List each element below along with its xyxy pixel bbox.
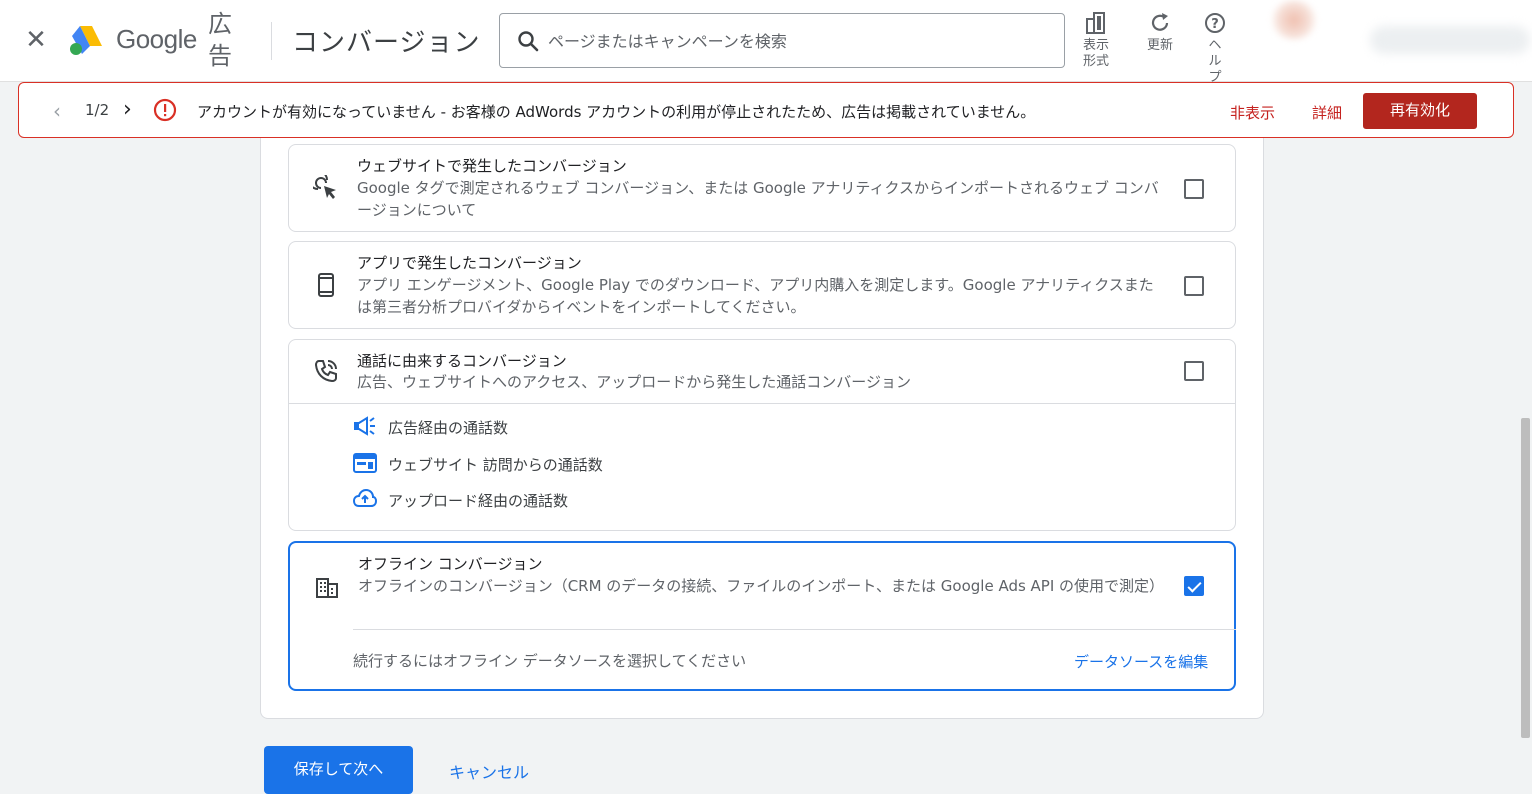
view-format-icon	[1086, 12, 1105, 34]
calls-card-title: 通話に由来するコンバージョン	[357, 352, 567, 370]
phone-call-icon	[314, 360, 337, 383]
divider	[271, 22, 272, 60]
calls-card-desc: 広告、ウェブサイトへのアクセス、アップロードから発生した通話コンバージョン	[357, 373, 911, 391]
refresh-label: 更新	[1146, 38, 1173, 53]
calls-divider	[289, 403, 1235, 404]
alert-message: アカウントが有効になっていません - お客様の AdWords アカウントの利用…	[197, 103, 1036, 121]
offline-conversion-card[interactable]: オフライン コンバージョン オフラインのコンバージョン（CRM のデータの接続、…	[288, 541, 1236, 691]
page-title: コンバージョン	[292, 28, 481, 58]
cursor-click-icon	[313, 175, 336, 199]
error-icon	[153, 98, 177, 122]
web-icon	[353, 453, 377, 473]
account-info[interactable]	[1370, 26, 1530, 54]
offline-checkbox[interactable]	[1184, 576, 1204, 596]
save-and-next-button[interactable]: 保存して次へ	[264, 746, 413, 794]
calls-from-ads-label: 広告経由の通話数	[388, 419, 509, 437]
call-conversion-card[interactable]: 通話に由来するコンバージョン 広告、ウェブサイトへのアクセス、アップロードから発…	[288, 339, 1236, 531]
reenable-button[interactable]: 再有効化	[1363, 93, 1477, 129]
details-link[interactable]: 詳細	[1312, 102, 1342, 123]
chevron-right-icon[interactable]: ›	[123, 97, 132, 122]
refresh-icon	[1151, 13, 1169, 31]
close-icon[interactable]: ✕	[22, 26, 50, 54]
google-ads-logo	[70, 26, 102, 55]
calls-from-website-label: ウェブサイト 訪問からの通話数	[388, 456, 603, 474]
app-card-desc: アプリ エンゲージメント、Google Play でのダウンロード、アプリ内購入…	[357, 276, 1154, 316]
search-box[interactable]	[499, 13, 1065, 68]
account-alert-banner: ‹ 1/2 › アカウントが有効になっていません - お客様の AdWords …	[18, 82, 1514, 138]
calls-from-upload-label: アップロード経由の通話数	[388, 492, 569, 510]
offline-datasource-note: 続行するにはオフライン データソースを選択してください	[353, 652, 747, 670]
offline-divider	[353, 629, 1236, 630]
website-card-title: ウェブサイトで発生したコンバージョン	[357, 157, 627, 175]
cloud-upload-icon	[353, 488, 377, 507]
website-conversion-card[interactable]: ウェブサイトで発生したコンバージョン Google タグで測定されるウェブ コン…	[288, 144, 1236, 232]
edit-datasource-link[interactable]: データソースを編集	[1074, 651, 1208, 672]
avatar[interactable]	[1270, 0, 1318, 40]
search-icon	[518, 31, 539, 52]
refresh-button[interactable]: 更新	[1136, 10, 1184, 54]
brand-sub: 広告	[208, 10, 232, 70]
website-checkbox[interactable]	[1184, 179, 1204, 199]
cancel-button[interactable]: キャンセル	[449, 759, 529, 783]
alert-pager: 1/2	[85, 101, 110, 119]
view-format-button[interactable]: 表示形式	[1072, 10, 1120, 70]
help-icon: ?	[1205, 13, 1225, 33]
help-label: ヘルプ	[1208, 38, 1222, 85]
calls-checkbox[interactable]	[1184, 361, 1204, 381]
megaphone-icon	[354, 416, 375, 436]
top-bar: ✕ Google 広告 コンバージョン 表示形式 更新 ?	[0, 0, 1532, 85]
svg-text:?: ?	[1211, 17, 1219, 32]
app-checkbox[interactable]	[1184, 276, 1204, 296]
page-scrollbar[interactable]	[1521, 418, 1530, 738]
help-button[interactable]: ? ヘルプ	[1198, 10, 1232, 86]
hide-link[interactable]: 非表示	[1230, 102, 1275, 123]
smartphone-icon	[318, 273, 334, 297]
brand-name: Google	[116, 24, 197, 54]
search-input[interactable]	[548, 28, 1048, 54]
app-card-title: アプリで発生したコンバージョン	[357, 254, 582, 272]
offline-card-title: オフライン コンバージョン	[358, 555, 543, 573]
chevron-left-icon[interactable]: ‹	[53, 99, 61, 123]
view-format-label: 表示形式	[1082, 38, 1109, 69]
building-icon	[316, 578, 338, 598]
offline-card-desc: オフラインのコンバージョン（CRM のデータの接続、ファイルのインポート、または…	[358, 577, 1165, 595]
website-card-desc: Google タグで測定されるウェブ コンバージョン、または Google アナ…	[357, 179, 1159, 219]
app-conversion-card[interactable]: アプリで発生したコンバージョン アプリ エンゲージメント、Google Play…	[288, 241, 1236, 329]
